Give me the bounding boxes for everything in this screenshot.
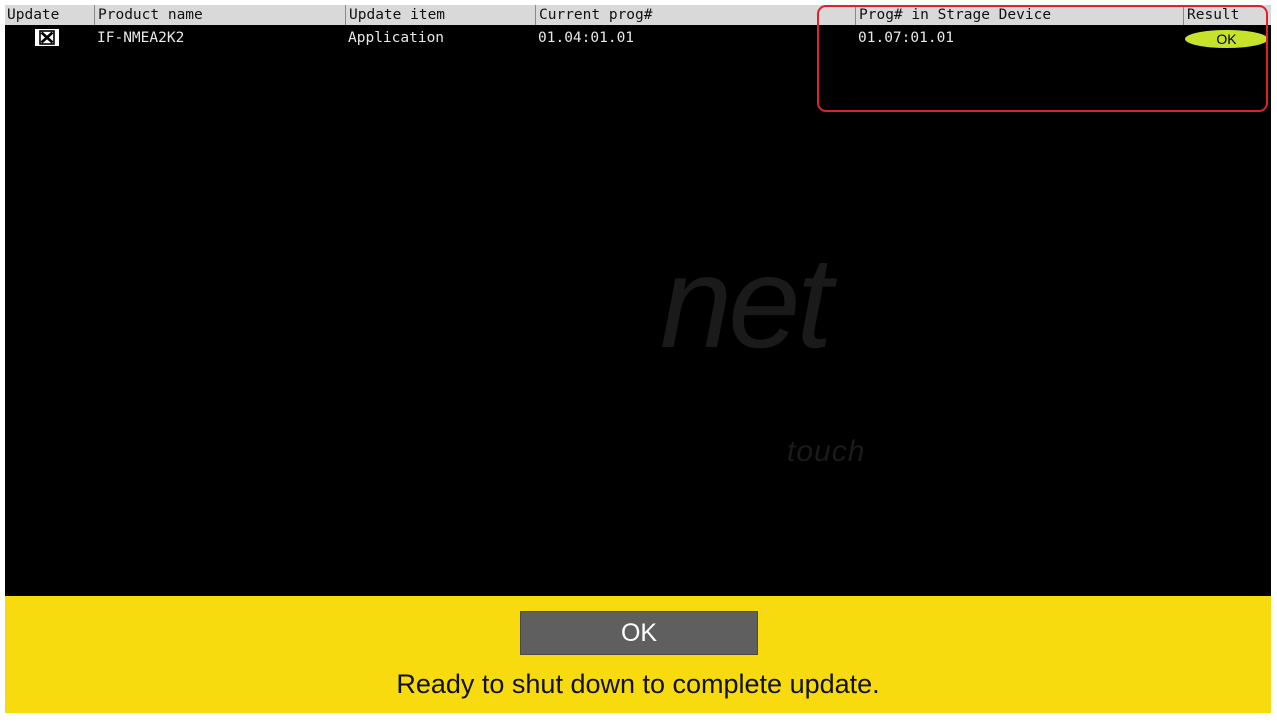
product-name-cell: IF-NMEA2K2 bbox=[97, 30, 185, 46]
header-result: Result bbox=[1183, 5, 1271, 25]
logo-net-text: net bbox=[660, 229, 833, 375]
logo-touch-text: touch bbox=[787, 435, 866, 468]
header-update-item: Update item bbox=[345, 5, 535, 25]
header-current-prog: Current prog# bbox=[535, 5, 855, 25]
ok-button[interactable]: OK bbox=[520, 611, 758, 655]
table-header: Update Product name Update item Current … bbox=[5, 5, 1271, 25]
header-update: Update bbox=[7, 7, 60, 23]
footer-panel: OK Ready to shut down to complete update… bbox=[5, 596, 1271, 713]
current-prog-cell: 01.04:01.01 bbox=[538, 30, 635, 46]
table-row[interactable]: IF-NMEA2K2 Application 01.04:01.01 01.07… bbox=[5, 27, 1271, 49]
header-product-name: Product name bbox=[94, 5, 345, 25]
update-checkbox[interactable] bbox=[35, 29, 59, 46]
update-screen: Update Product name Update item Current … bbox=[5, 5, 1271, 713]
status-message: Ready to shut down to complete update. bbox=[396, 669, 880, 699]
checkbox-x-icon bbox=[35, 29, 59, 46]
prog-in-storage-cell: 01.07:01.01 bbox=[858, 30, 955, 46]
header-prog-in-storage: Prog# in Strage Device bbox=[855, 5, 1183, 25]
nettouch-logo: net touch bbox=[660, 237, 920, 477]
update-item-cell: Application bbox=[348, 30, 445, 46]
result-ok-badge: OK bbox=[1185, 30, 1268, 48]
